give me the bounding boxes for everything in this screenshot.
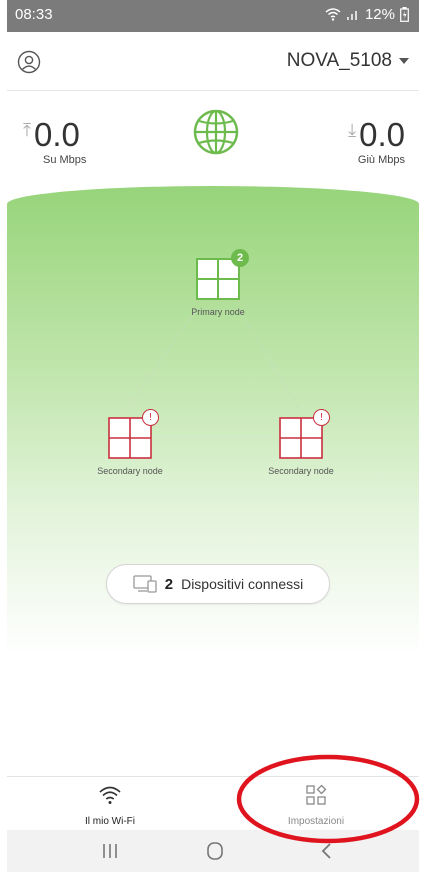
connected-devices-button[interactable]: 2 Dispositivi connessi <box>106 564 330 604</box>
alert-badge: ! <box>142 409 159 426</box>
main-content: ⤒ 0.0 Su Mbps ⤓ 0.0 Giù Mbps 2 Primary n… <box>7 91 419 776</box>
tab-my-wifi[interactable]: Il mio Wi-Fi <box>7 777 213 831</box>
tab-settings[interactable]: Impostazioni <box>213 777 419 831</box>
tab-settings-label: Impostazioni <box>287 816 345 827</box>
primary-node[interactable]: 2 Primary node <box>158 249 278 317</box>
status-time: 08:33 <box>15 6 53 23</box>
client-count-badge: 2 <box>231 249 249 267</box>
wifi-signal-icon <box>325 8 341 21</box>
devices-icon <box>133 575 157 593</box>
recents-icon[interactable] <box>95 840 125 862</box>
devices-count: 2 <box>164 575 174 593</box>
home-icon[interactable] <box>200 840 230 862</box>
devices-label: Dispositivi connessi <box>181 576 304 592</box>
bottom-nav: Il mio Wi-Fi Impostazioni <box>7 776 419 831</box>
status-indicators: 12% <box>325 6 409 23</box>
battery-percent: 12% <box>364 6 395 23</box>
secondary-node-label: Secondary node <box>97 466 163 476</box>
chevron-down-icon <box>399 58 409 64</box>
battery-icon <box>400 7 409 22</box>
status-bar: 08:33 12% <box>7 0 419 32</box>
alert-badge: ! <box>313 409 330 426</box>
app-frame: 08:33 12% NOVA_5108 ⤒ 0.0 Su Mbps ⤓ 0.0 … <box>7 0 420 872</box>
app-header: NOVA_5108 <box>7 32 419 91</box>
network-name: NOVA_5108 <box>286 50 392 71</box>
secondary-node-right[interactable]: ! Secondary node <box>241 409 361 476</box>
wifi-icon <box>99 786 121 804</box>
user-icon[interactable] <box>17 50 41 74</box>
secondary-node-label: Secondary node <box>268 466 334 476</box>
cell-signal-icon <box>346 11 357 20</box>
network-selector[interactable]: NOVA_5108 <box>287 50 409 72</box>
secondary-node-left[interactable]: ! Secondary node <box>70 409 190 476</box>
primary-node-label: Primary node <box>191 307 245 317</box>
back-icon[interactable] <box>312 840 342 862</box>
settings-icon <box>306 784 327 805</box>
system-nav-bar <box>7 830 419 872</box>
tab-my-wifi-label: Il mio Wi-Fi <box>85 816 135 827</box>
